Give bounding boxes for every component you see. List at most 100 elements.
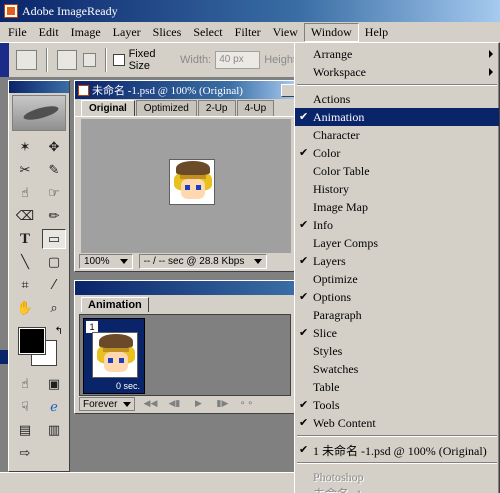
- menu-item-options[interactable]: ✔ Options: [295, 288, 499, 306]
- preview-document-icon[interactable]: ▣: [42, 374, 66, 394]
- jump-to-photoshop-icon[interactable]: ⇨: [13, 443, 37, 463]
- document-title-bar[interactable]: 未命名 -1.psd @ 100% (Original): [75, 81, 295, 99]
- menu-item-optimize[interactable]: Optimize: [295, 270, 499, 288]
- rounded-rectangle-tool-icon[interactable]: ▢: [42, 252, 66, 272]
- menu-item-color[interactable]: ✔ Color: [295, 144, 499, 162]
- menu-item-arrange[interactable]: Arrange: [295, 45, 499, 63]
- swap-colors-icon[interactable]: ↰: [55, 326, 63, 337]
- move-tool-icon[interactable]: ✥: [42, 137, 66, 157]
- menu-item-label: Slice: [313, 325, 337, 340]
- rect-selection-mode-button[interactable]: [56, 50, 78, 70]
- tab-original[interactable]: Original: [81, 100, 135, 116]
- tab-optimized[interactable]: Optimized: [135, 100, 197, 116]
- options-grip[interactable]: [0, 43, 10, 77]
- menu-item-character[interactable]: Character: [295, 126, 499, 144]
- slice-select-tool-icon[interactable]: ✎: [42, 160, 66, 180]
- menu-item-web-content[interactable]: ✔ Web Content: [295, 414, 499, 432]
- minimize-button[interactable]: [281, 83, 295, 97]
- width-label: Width:: [180, 54, 212, 66]
- hand-image-map-tool-icon[interactable]: ☝: [13, 183, 37, 203]
- menu-item-label: Color: [313, 145, 341, 160]
- line-tool-icon[interactable]: ╲: [13, 252, 37, 272]
- menu-item-actions[interactable]: Actions: [295, 90, 499, 108]
- menu-select[interactable]: Select: [187, 24, 228, 41]
- pencil-tool-icon[interactable]: ✏: [42, 206, 66, 226]
- previous-frame-icon[interactable]: ◀▮: [165, 399, 183, 409]
- menu-item-workspace[interactable]: Workspace: [295, 63, 499, 81]
- docked-palette-tab[interactable]: [0, 350, 8, 364]
- menu-separator: [297, 435, 497, 437]
- menu-item-styles[interactable]: Styles: [295, 342, 499, 360]
- magic-wand-tool-icon[interactable]: ✶: [13, 137, 37, 157]
- menu-layer[interactable]: Layer: [107, 24, 147, 41]
- fixed-size-label: Fixed Size: [128, 48, 156, 72]
- menu-view[interactable]: View: [267, 24, 304, 41]
- zoom-level-select[interactable]: 100%: [79, 254, 133, 269]
- menu-window[interactable]: Window: [303, 22, 359, 42]
- menu-item-tools[interactable]: ✔ Tools: [295, 396, 499, 414]
- toggle-slice-visibility-icon[interactable]: ☟: [13, 397, 37, 417]
- menu-filter[interactable]: Filter: [229, 24, 267, 41]
- play-icon[interactable]: ▶: [189, 399, 207, 409]
- foreground-color-swatch[interactable]: [18, 327, 46, 355]
- document-icon[interactable]: [78, 84, 89, 96]
- image-map-select-tool-icon[interactable]: ☞: [42, 183, 66, 203]
- menu-slices[interactable]: Slices: [147, 24, 188, 41]
- loop-select[interactable]: Forever: [79, 397, 136, 411]
- fixed-size-checkbox[interactable]: [113, 54, 125, 66]
- feather-logo[interactable]: [12, 95, 66, 131]
- zoom-tool-icon[interactable]: ⌕: [42, 298, 66, 318]
- menu-image[interactable]: Image: [65, 24, 107, 41]
- menu-separator: [297, 84, 497, 86]
- menu-item-image-map[interactable]: Image Map: [295, 198, 499, 216]
- type-tool-icon[interactable]: T: [13, 229, 37, 249]
- menu-item-label: Paragraph: [313, 307, 362, 322]
- screen-mode-icon[interactable]: ▤: [13, 420, 37, 440]
- menu-item-paragraph[interactable]: Paragraph: [295, 306, 499, 324]
- animation-frame[interactable]: 1 0 sec.: [83, 318, 145, 394]
- menu-item-slice[interactable]: ✔ Slice: [295, 324, 499, 342]
- preview-in-browser-icon[interactable]: ℯ: [42, 397, 66, 417]
- tab-2-up[interactable]: 2-Up: [197, 100, 236, 116]
- crop-slice-tool-icon[interactable]: ✂: [13, 160, 37, 180]
- toggle-image-map-visibility-icon[interactable]: ☝: [13, 374, 37, 394]
- width-field[interactable]: 40 px: [215, 51, 261, 69]
- tween-icon[interactable]: ⚬⚬: [237, 399, 255, 409]
- app-icon[interactable]: [4, 4, 18, 18]
- menu-item-layer-comps[interactable]: Layer Comps: [295, 234, 499, 252]
- crop-tool-icon[interactable]: ⌗: [13, 275, 37, 295]
- hand-tool-icon[interactable]: ✋: [13, 298, 37, 318]
- next-frame-icon[interactable]: ▮▶: [213, 399, 231, 409]
- options-divider: [45, 48, 48, 72]
- options-bar: Fixed Size Width: 40 px Height: [0, 42, 300, 78]
- document-window: 未命名 -1.psd @ 100% (Original) Original Op…: [74, 80, 296, 272]
- tab-animation[interactable]: Animation: [81, 297, 149, 312]
- menu-bar: File Edit Image Layer Slices Select Filt…: [0, 22, 500, 42]
- frame-delay[interactable]: 0 sec.: [84, 381, 146, 391]
- menu-item-history[interactable]: History: [295, 180, 499, 198]
- document-canvas[interactable]: [81, 119, 291, 253]
- eraser-tool-icon[interactable]: ⌫: [13, 206, 37, 226]
- menu-item-label: Layer Comps: [313, 235, 378, 250]
- eyedropper-tool-icon[interactable]: ⁄: [42, 275, 66, 295]
- fullscreen-mode-icon[interactable]: ▥: [42, 420, 66, 440]
- menu-item-label: Character: [313, 127, 360, 142]
- rectangle-tool-icon[interactable]: ▭: [42, 229, 66, 249]
- menu-item-open-document[interactable]: ✔ 1 未命名 -1.psd @ 100% (Original): [295, 441, 499, 459]
- menu-edit[interactable]: Edit: [33, 24, 65, 41]
- tool-preset-button[interactable]: [16, 50, 37, 70]
- animation-palette-title-bar[interactable]: [75, 281, 295, 295]
- tab-4-up[interactable]: 4-Up: [236, 100, 275, 116]
- menu-file[interactable]: File: [2, 24, 33, 41]
- menu-item-table[interactable]: Table: [295, 378, 499, 396]
- toolbox-title-bar[interactable]: [9, 81, 69, 93]
- menu-item-layers[interactable]: ✔ Layers: [295, 252, 499, 270]
- selection-mode-button[interactable]: [83, 53, 97, 67]
- menu-item-info[interactable]: ✔ Info: [295, 216, 499, 234]
- first-frame-icon[interactable]: ◀◀: [141, 399, 159, 409]
- menu-item-animation[interactable]: ✔ Animation: [295, 108, 499, 126]
- menu-help[interactable]: Help: [359, 24, 394, 41]
- menu-item-swatches[interactable]: Swatches: [295, 360, 499, 378]
- menu-item-color-table[interactable]: Color Table: [295, 162, 499, 180]
- download-time-select[interactable]: -- / -- sec @ 28.8 Kbps: [138, 254, 268, 269]
